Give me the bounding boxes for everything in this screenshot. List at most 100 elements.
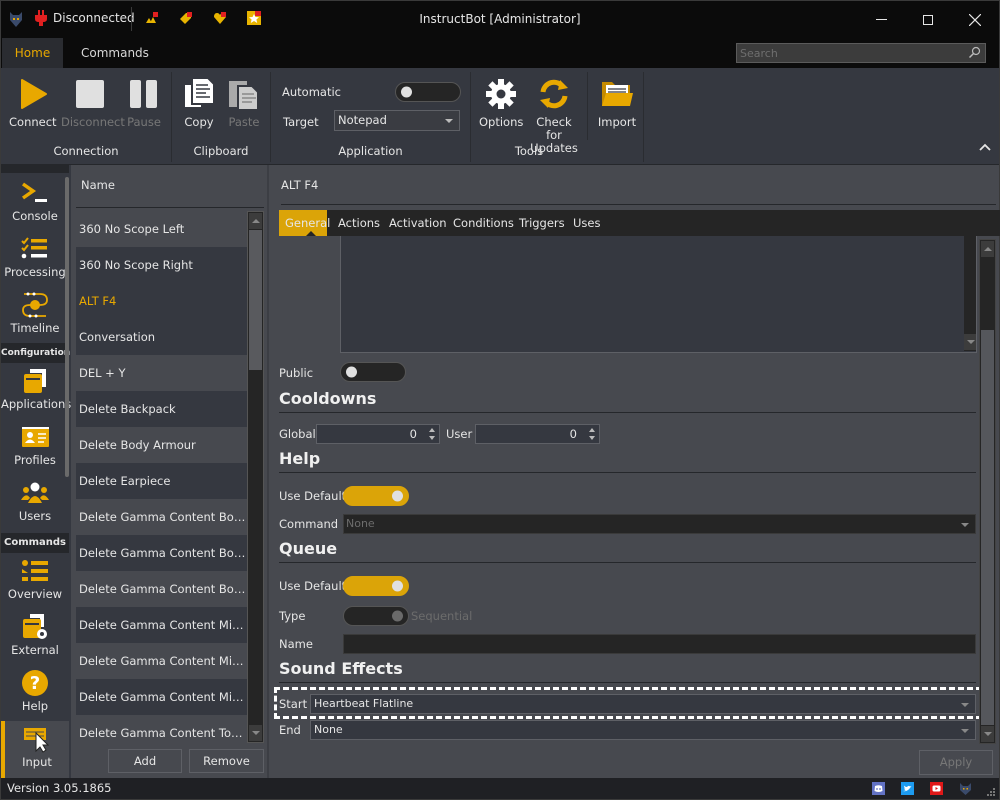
tab-home[interactable]: Home — [2, 38, 63, 68]
nav-header-configuration: Configuration — [1, 343, 70, 363]
tab-commands[interactable]: Commands — [65, 38, 165, 68]
divider — [131, 7, 132, 31]
copy-button[interactable]: Copy — [180, 76, 218, 129]
command-list-panel: Name 360 No Scope Left 360 No Scope Righ… — [71, 165, 267, 778]
nav-item-overview[interactable]: Overview — [1, 553, 69, 609]
connection-status[interactable]: Disconnected — [35, 10, 135, 26]
form-scrollbar[interactable] — [979, 239, 996, 744]
sound-start-select[interactable]: Heartbeat Flatline — [310, 694, 976, 714]
pause-button[interactable]: Pause — [123, 76, 165, 129]
queue-name-input[interactable] — [343, 634, 976, 654]
list-item[interactable]: Delete Gamma Content Bottom ... — [76, 499, 247, 535]
disconnect-button[interactable]: Disconnect — [61, 76, 125, 129]
user-cooldown-input[interactable]: 0 — [475, 424, 600, 444]
queue-use-default-toggle[interactable] — [343, 576, 409, 596]
decrement-icon[interactable] — [589, 436, 595, 440]
increment-icon[interactable] — [589, 428, 595, 432]
connect-button[interactable]: Connect — [9, 76, 57, 129]
collapse-ribbon-icon[interactable] — [979, 142, 991, 152]
description-scrollbar[interactable] — [964, 236, 976, 351]
connection-status-text: Disconnected — [53, 11, 135, 25]
scroll-down-icon[interactable] — [981, 726, 994, 742]
tab-conditions[interactable]: Conditions — [447, 210, 520, 236]
public-toggle[interactable] — [340, 362, 406, 382]
discord-icon[interactable] — [872, 782, 885, 795]
remove-command-button[interactable]: Remove — [189, 749, 264, 773]
list-item-selected[interactable]: ALT F4 — [76, 283, 247, 319]
minimize-button[interactable] — [858, 1, 904, 38]
apply-button[interactable]: Apply — [919, 750, 993, 775]
resize-grip-icon[interactable] — [987, 788, 995, 796]
ribbon-tabs: Home Commands — [1, 38, 999, 68]
command-list-scrollbar[interactable] — [247, 211, 264, 743]
queue-type-toggle[interactable] — [343, 606, 409, 626]
list-item[interactable]: Conversation — [76, 319, 247, 355]
star-icon[interactable] — [247, 11, 261, 25]
twitter-icon[interactable] — [901, 782, 914, 795]
list-item[interactable]: Delete Body Armour — [76, 427, 247, 463]
list-item[interactable]: Delete Gamma Content Middle L... — [76, 643, 247, 679]
nav-item-console[interactable]: Console — [1, 175, 69, 231]
automatic-toggle[interactable] — [395, 82, 461, 102]
nav-item-users[interactable]: Users — [1, 475, 69, 531]
nav-item-processing[interactable]: Processing — [1, 231, 69, 287]
increment-icon[interactable] — [429, 428, 435, 432]
nav-header-commands: Commands — [1, 533, 69, 553]
maximize-button[interactable] — [905, 1, 951, 38]
list-item[interactable]: Delete Gamma Content Middle C... — [76, 607, 247, 643]
list-item[interactable]: Delete Gamma Content Bottom L... — [76, 535, 247, 571]
nav-item-input[interactable]: Input — [1, 721, 69, 778]
search-input[interactable] — [737, 44, 965, 62]
nav-item-external[interactable]: External — [1, 609, 69, 665]
help-icon: ? — [22, 670, 48, 696]
decrement-icon[interactable] — [429, 436, 435, 440]
tab-uses[interactable]: Uses — [567, 210, 606, 236]
column-header-name[interactable]: Name — [76, 165, 264, 208]
nav-item-applications[interactable]: Applications — [1, 363, 71, 419]
logo-icon[interactable] — [959, 782, 972, 795]
tag-icon[interactable] — [179, 11, 193, 25]
scroll-up-icon[interactable] — [981, 241, 994, 257]
sound-end-select[interactable]: None — [310, 720, 976, 740]
chevron-down-icon — [445, 119, 453, 123]
help-use-default-toggle[interactable] — [343, 486, 409, 506]
bits-icon[interactable] — [145, 11, 159, 25]
target-select[interactable]: Notepad — [334, 110, 460, 131]
nav-item-profiles[interactable]: Profiles — [1, 419, 69, 475]
scroll-up-icon[interactable] — [249, 213, 262, 229]
heart-icon[interactable] — [213, 11, 227, 25]
help-command-select[interactable]: None — [343, 514, 976, 534]
add-command-button[interactable]: Add — [108, 749, 182, 773]
youtube-icon[interactable] — [930, 782, 943, 795]
nav-item-timeline[interactable]: Timeline — [1, 287, 69, 343]
description-textarea[interactable] — [340, 236, 977, 353]
refresh-icon — [540, 79, 568, 109]
import-button[interactable]: Import — [595, 76, 639, 129]
tab-general[interactable]: General — [279, 210, 330, 236]
overview-icon — [22, 560, 48, 581]
list-item[interactable]: 360 No Scope Right — [76, 247, 247, 283]
ribbon: Connect Disconnect Pause Connection Copy… — [1, 68, 999, 165]
tab-activation[interactable]: Activation — [383, 210, 453, 236]
search-icon[interactable] — [968, 46, 981, 59]
list-item[interactable]: Delete Gamma Content Bottom ... — [76, 571, 247, 607]
list-item[interactable]: 360 No Scope Left — [76, 211, 247, 247]
list-item[interactable]: Delete Earpiece — [76, 463, 247, 499]
list-item[interactable]: Delete Gamma Content Middle Ri... — [76, 679, 247, 715]
list-item[interactable]: DEL + Y — [76, 355, 247, 391]
close-button[interactable] — [952, 1, 998, 38]
scrollbar-thumb[interactable] — [249, 230, 262, 370]
nav-scrollbar[interactable] — [65, 177, 69, 477]
paste-button[interactable]: Paste — [224, 76, 264, 129]
play-icon — [21, 79, 47, 109]
scroll-down-icon[interactable] — [249, 725, 262, 741]
nav-item-help[interactable]: ? Help — [1, 665, 69, 721]
list-item[interactable]: Delete Backpack — [76, 391, 247, 427]
list-item[interactable]: Delete Gamma Content Top Cen... — [76, 715, 247, 751]
options-button[interactable]: Options — [479, 76, 523, 129]
global-cooldown-input[interactable]: 0 — [316, 424, 440, 444]
scroll-down-icon[interactable] — [964, 334, 976, 350]
scrollbar-thumb[interactable] — [981, 330, 994, 725]
tab-actions[interactable]: Actions — [332, 210, 386, 236]
tab-triggers[interactable]: Triggers — [513, 210, 571, 236]
